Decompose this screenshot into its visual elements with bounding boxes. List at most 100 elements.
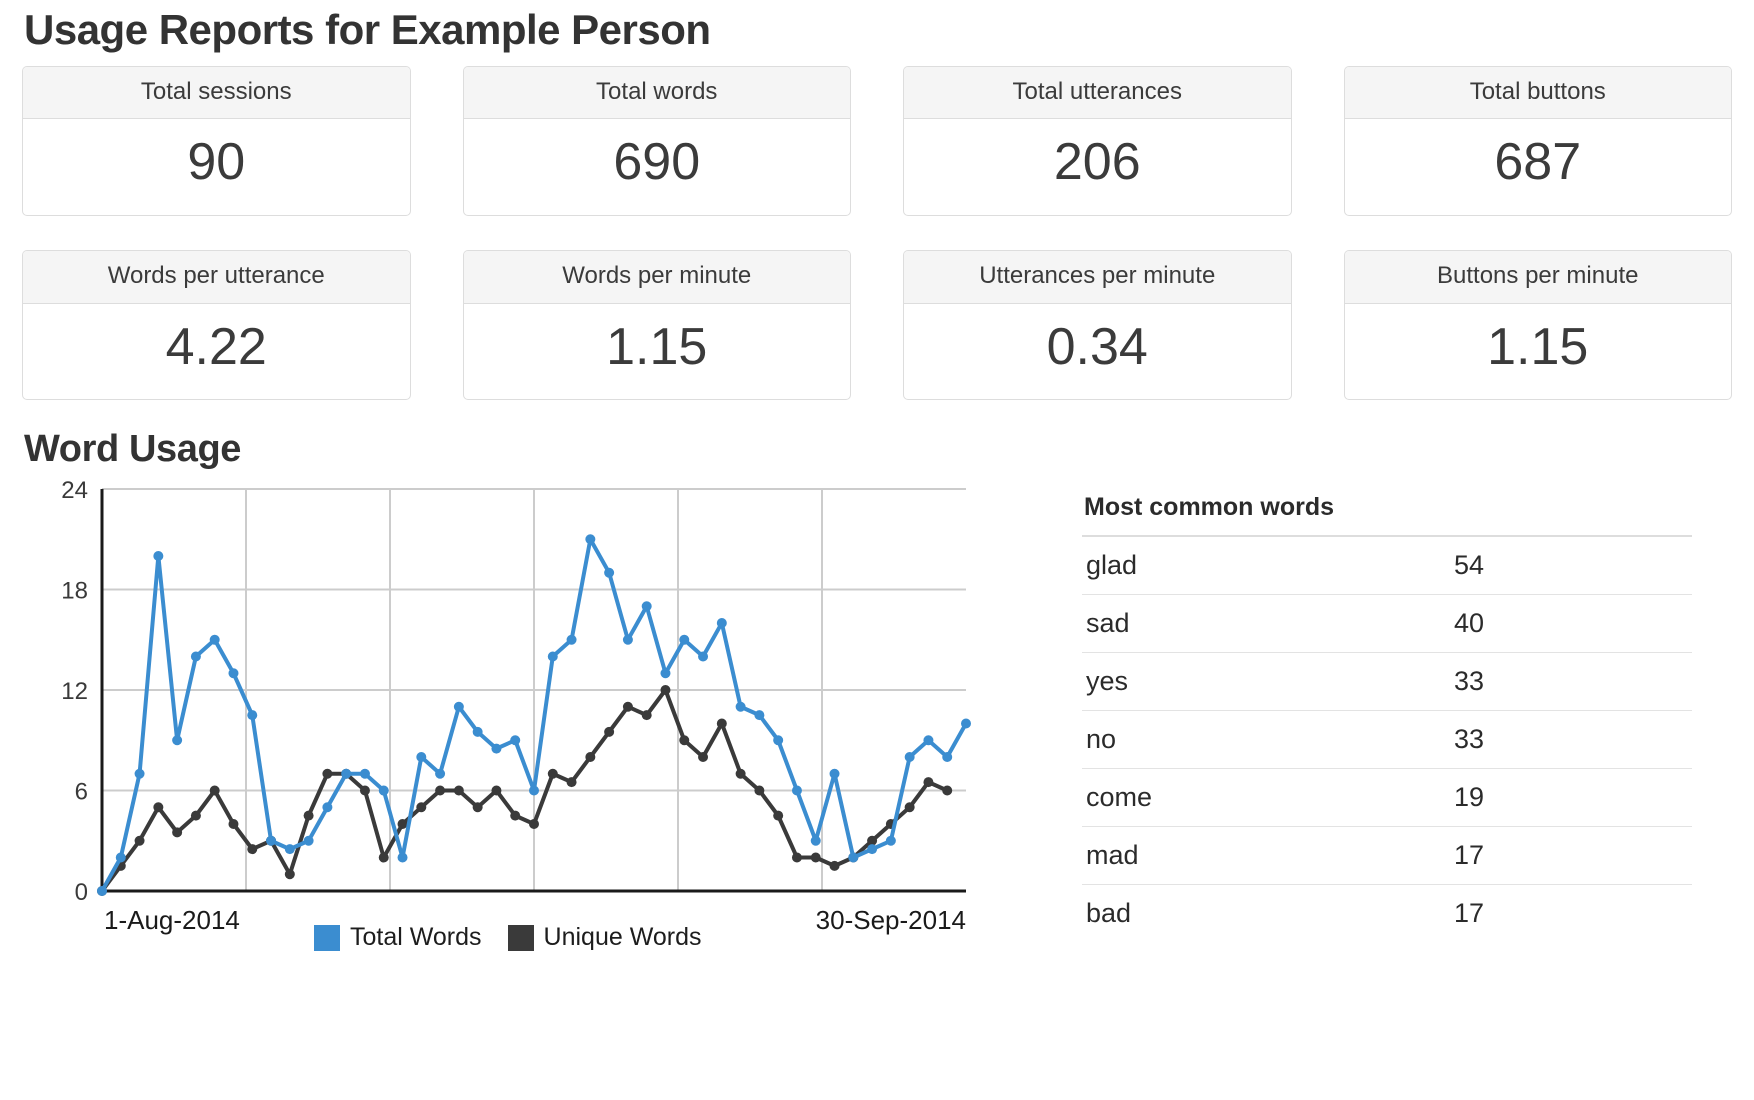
data-point: [435, 769, 445, 779]
data-point: [153, 803, 163, 813]
data-point: [360, 769, 370, 779]
legend-item-unique-words: Unique Words: [508, 923, 702, 952]
data-point: [942, 786, 952, 796]
data-point: [454, 702, 464, 712]
data-point: [830, 769, 840, 779]
cell-count: 54: [1432, 536, 1692, 595]
cell-word: sad: [1082, 595, 1432, 653]
y-axis-tick-label: 18: [61, 578, 88, 605]
x-axis-end-label: 30-Sep-2014: [816, 905, 966, 935]
data-point: [116, 853, 126, 863]
data-point: [266, 836, 276, 846]
cell-word: mad: [1082, 827, 1432, 885]
data-point: [567, 778, 577, 788]
data-point: [548, 769, 558, 779]
data-point: [717, 618, 727, 628]
data-point: [905, 752, 915, 762]
stat-card-grid: Total sessions 90 Total words 690 Total …: [14, 66, 1740, 400]
data-point: [285, 845, 295, 855]
data-point: [905, 803, 915, 813]
y-axis-tick-label: 24: [61, 481, 88, 504]
stat-card-buttons-per-minute: Buttons per minute 1.15: [1344, 250, 1733, 400]
common-words-table: glad54sad40yes33no33come19mad17bad17: [1082, 532, 1692, 942]
stat-card-value: 690: [464, 119, 851, 215]
stat-card-total-words: Total words 690: [463, 66, 852, 216]
data-point: [642, 602, 652, 612]
cell-count: 33: [1432, 653, 1692, 711]
data-point: [773, 811, 783, 821]
data-point: [491, 786, 501, 796]
data-point: [811, 853, 821, 863]
data-point: [172, 736, 182, 746]
data-point: [604, 568, 614, 578]
data-point: [172, 828, 182, 838]
data-point: [660, 669, 670, 679]
data-point: [210, 635, 220, 645]
data-point: [322, 803, 332, 813]
stat-card-total-buttons: Total buttons 687: [1344, 66, 1733, 216]
stat-card-total-utterances: Total utterances 206: [903, 66, 1292, 216]
data-point: [435, 786, 445, 796]
x-axis-start-label: 1-Aug-2014: [104, 905, 240, 935]
data-point: [285, 870, 295, 880]
stat-card-value: 4.22: [23, 304, 410, 400]
data-point: [679, 736, 689, 746]
data-point: [830, 861, 840, 871]
stat-card-label: Buttons per minute: [1345, 251, 1732, 303]
cell-count: 17: [1432, 885, 1692, 943]
cell-word: glad: [1082, 536, 1432, 595]
data-point: [792, 786, 802, 796]
data-point: [341, 769, 351, 779]
data-point: [135, 836, 145, 846]
data-point: [454, 786, 464, 796]
data-point: [510, 811, 520, 821]
chart-column: 061218241-Aug-201430-Sep-2014 Total Word…: [14, 481, 1074, 991]
data-point: [811, 836, 821, 846]
data-point: [135, 769, 145, 779]
cell-word: bad: [1082, 885, 1432, 943]
y-axis-tick-label: 12: [61, 678, 88, 705]
table-body: glad54sad40yes33no33come19mad17bad17: [1082, 536, 1692, 942]
data-point: [923, 778, 933, 788]
cell-count: 33: [1432, 711, 1692, 769]
table-row: yes33: [1082, 653, 1692, 711]
data-point: [642, 711, 652, 721]
data-point: [886, 836, 896, 846]
data-point: [567, 635, 577, 645]
usage-report-page: Usage Reports for Example Person Total s…: [0, 8, 1754, 1100]
word-usage-chart: 061218241-Aug-201430-Sep-2014 Total Word…: [34, 481, 1034, 991]
data-point: [473, 727, 483, 737]
stat-card-words-per-utterance: Words per utterance 4.22: [22, 250, 411, 400]
data-point: [623, 635, 633, 645]
section-title-word-usage: Word Usage: [24, 428, 1740, 471]
table-row: glad54: [1082, 536, 1692, 595]
chart-legend: Total Words Unique Words: [314, 923, 701, 952]
data-point: [529, 819, 539, 829]
stat-card-value: 90: [23, 119, 410, 215]
data-point: [416, 752, 426, 762]
data-point: [416, 803, 426, 813]
stat-card-utterances-per-minute: Utterances per minute 0.34: [903, 250, 1292, 400]
stat-card-label: Utterances per minute: [904, 251, 1291, 303]
data-point: [529, 786, 539, 796]
data-point: [736, 769, 746, 779]
y-axis-tick-label: 6: [75, 779, 88, 806]
data-point: [379, 853, 389, 863]
data-point: [379, 786, 389, 796]
data-point: [548, 652, 558, 662]
data-point: [510, 736, 520, 746]
legend-item-total-words: Total Words: [314, 923, 482, 952]
stat-card-label: Words per utterance: [23, 251, 410, 303]
cell-count: 17: [1432, 827, 1692, 885]
data-point: [773, 736, 783, 746]
cell-word: come: [1082, 769, 1432, 827]
table-row: no33: [1082, 711, 1692, 769]
stat-card-total-sessions: Total sessions 90: [22, 66, 411, 216]
stat-card-label: Words per minute: [464, 251, 851, 303]
stat-card-label: Total utterances: [904, 67, 1291, 119]
word-usage-line-chart: 061218241-Aug-201430-Sep-2014: [34, 481, 1034, 991]
data-point: [304, 836, 314, 846]
data-point: [210, 786, 220, 796]
data-point: [604, 727, 614, 737]
data-point: [398, 819, 408, 829]
